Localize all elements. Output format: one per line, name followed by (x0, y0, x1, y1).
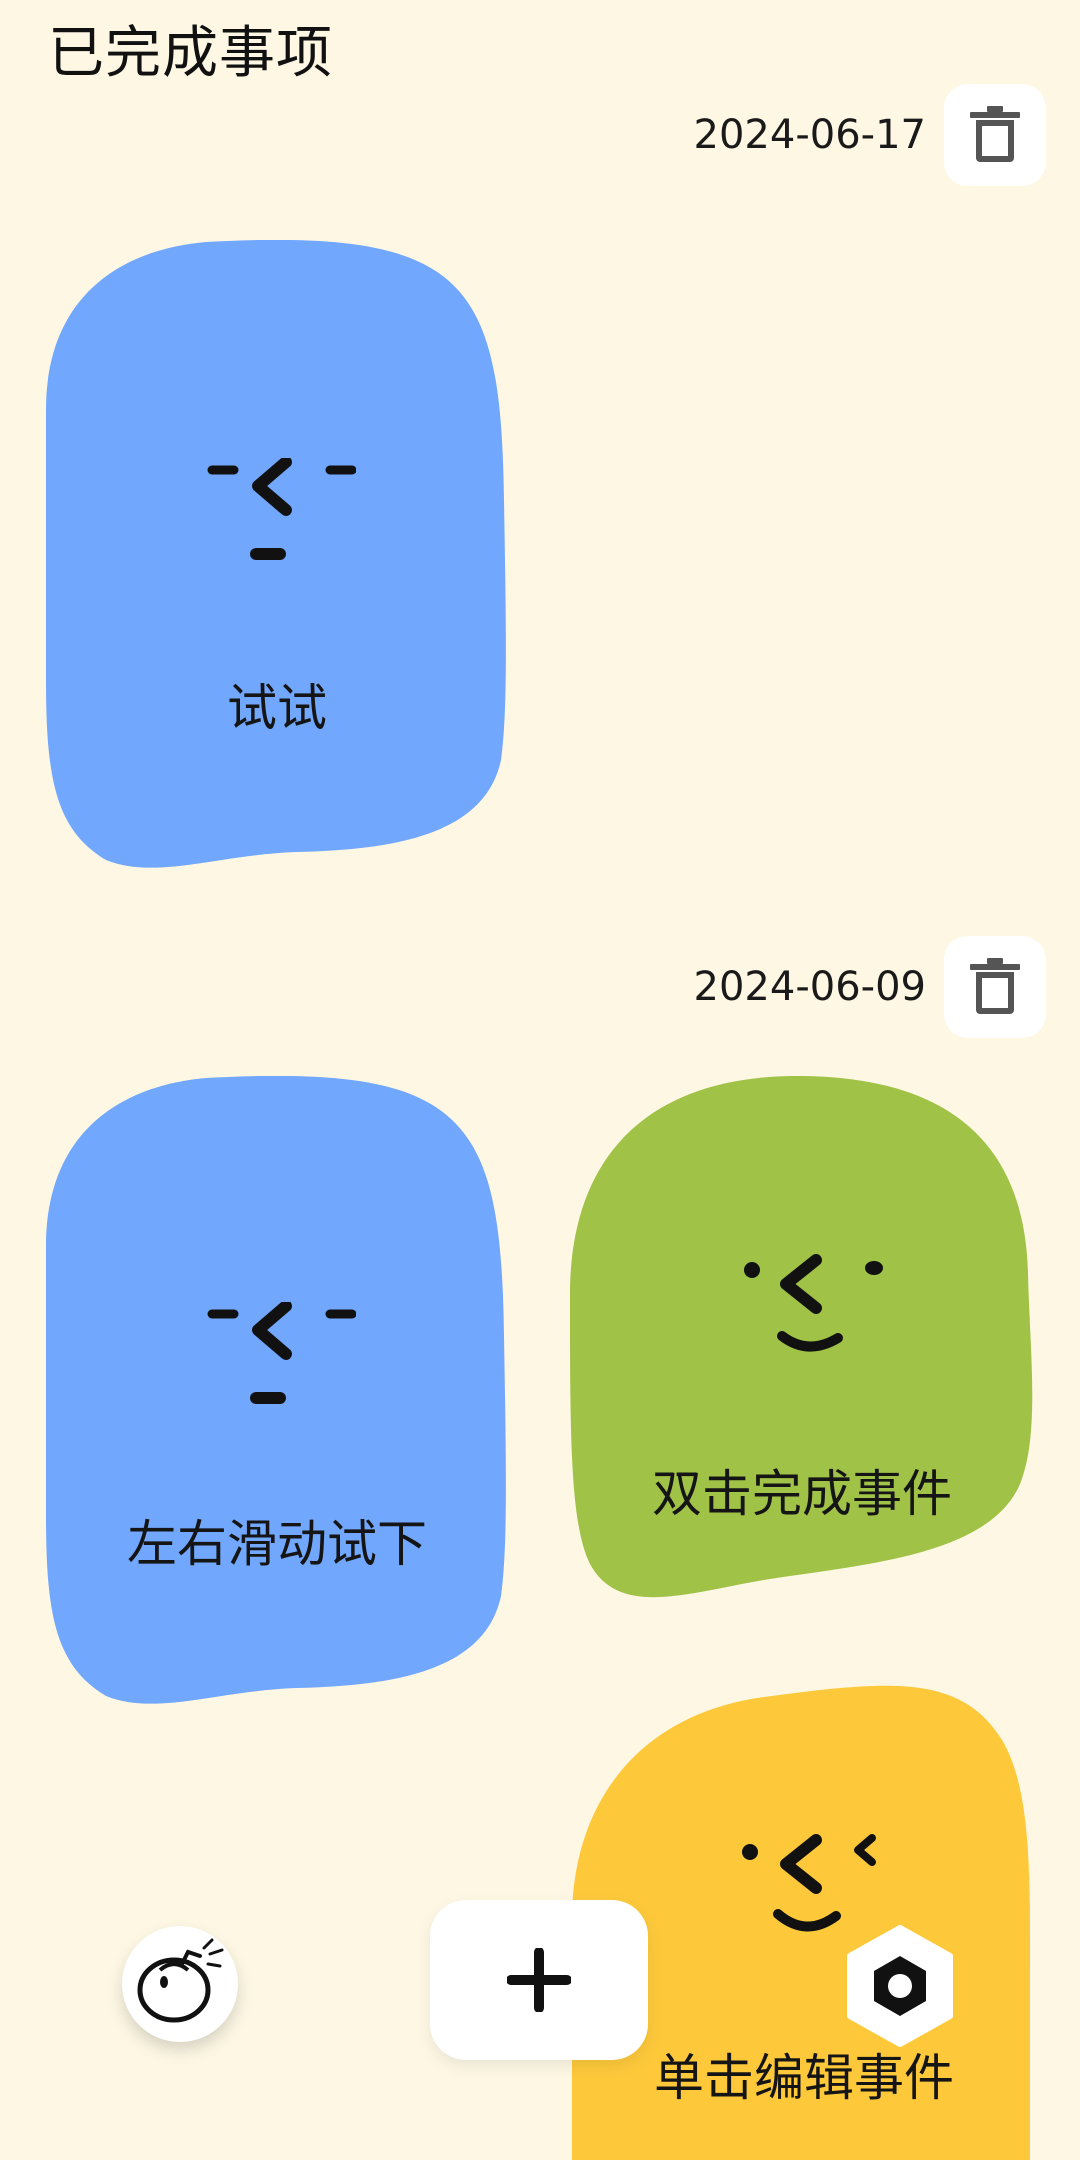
date-header-group-2: 2024-06-09 (694, 936, 1046, 1038)
add-task-button[interactable] (430, 1900, 648, 2060)
task-card[interactable]: 左右滑动试下 (46, 1076, 508, 1708)
plus-icon (507, 1948, 571, 2012)
group-date: 2024-06-09 (693, 964, 926, 1010)
neutral-face-icon (207, 1302, 356, 1404)
task-label: 左右滑动试下 (127, 1515, 427, 1573)
trash-icon (970, 106, 1020, 162)
page-title: 已完成事项 (48, 21, 333, 86)
task-card[interactable]: 试试 (46, 240, 508, 872)
trash-icon (970, 958, 1020, 1014)
smile-face-icon (744, 1254, 883, 1352)
hex-nut-icon (847, 1925, 953, 2047)
task-label: 单击编辑事件 (654, 2049, 954, 2107)
neutral-face-icon (207, 458, 356, 560)
pomodoro-button[interactable] (122, 1926, 238, 2042)
delete-group-button[interactable] (944, 936, 1046, 1038)
group-date: 2024-06-17 (693, 112, 926, 158)
delete-group-button[interactable] (944, 84, 1046, 186)
settings-button[interactable] (838, 1924, 962, 2048)
date-header-group-1: 2024-06-17 (694, 84, 1046, 186)
task-card[interactable]: 双击完成事件 (570, 1074, 1034, 1614)
task-label: 试试 (227, 679, 327, 737)
tomato-icon (137, 1938, 224, 2023)
task-label: 双击完成事件 (652, 1465, 952, 1523)
